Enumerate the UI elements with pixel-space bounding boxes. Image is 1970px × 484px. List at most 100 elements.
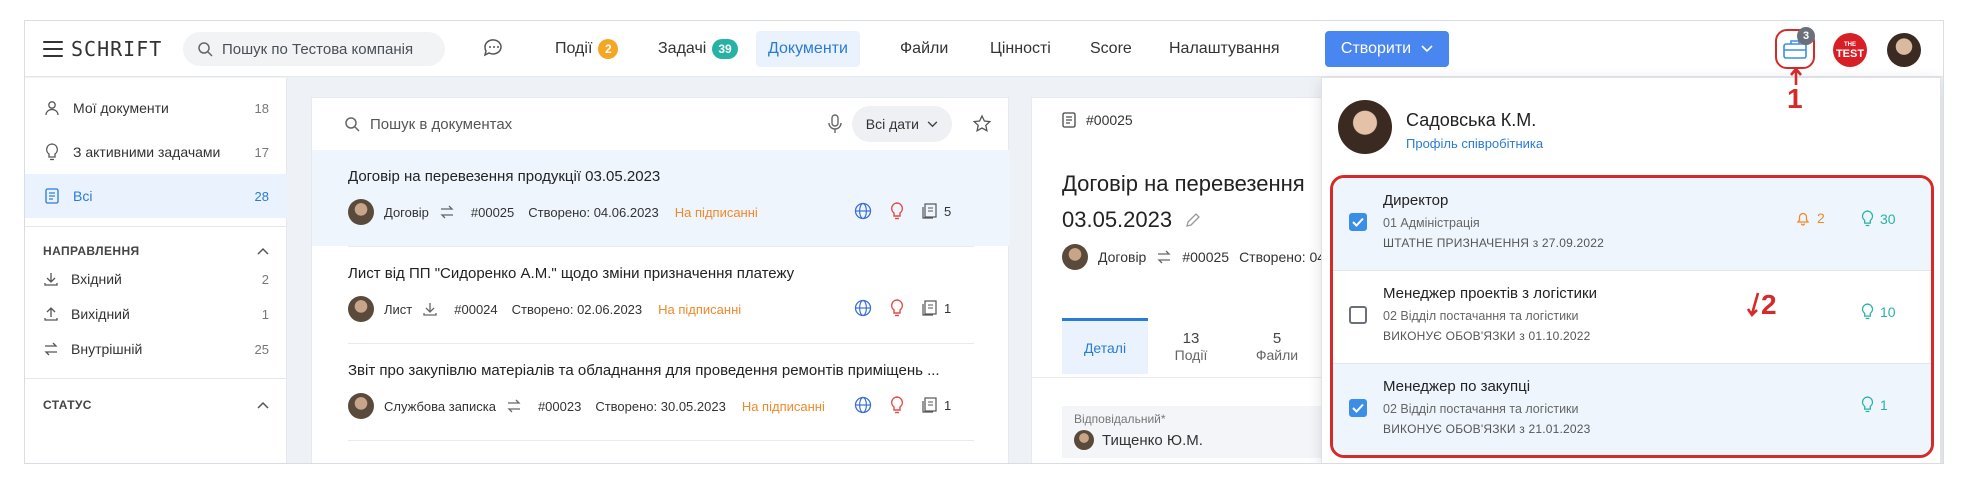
search-icon xyxy=(345,117,360,132)
top-bar: SCHRIFT Пошук по Тестова компанія Події … xyxy=(25,21,1943,77)
nav-values[interactable]: Цінності xyxy=(978,31,1063,67)
globe-icon xyxy=(854,396,872,414)
menu-icon[interactable] xyxy=(43,41,63,57)
chevron-down-icon xyxy=(1421,45,1433,53)
download-icon xyxy=(423,303,437,316)
author-avatar xyxy=(348,393,374,419)
annotation-marker-1: 1 xyxy=(1787,67,1803,115)
status-section-header[interactable]: СТАТУС xyxy=(43,398,269,412)
document-search-bar[interactable]: Пошук в документах Всі дати xyxy=(312,98,1010,150)
app-window: SCHRIFT Пошук по Тестова компанія Події … xyxy=(24,20,1944,464)
position-item[interactable]: Директор 01 Адміністрація ШТАТНЕ ПРИЗНАЧ… xyxy=(1333,178,1931,270)
position-item[interactable]: Менеджер по закупці 02 Відділ постачання… xyxy=(1333,364,1931,455)
search-icon xyxy=(198,42,213,57)
detail-header: #00025 xyxy=(1062,112,1133,128)
document-title: Звіт про закупівлю матеріалів та обладна… xyxy=(348,362,940,379)
position-checkbox[interactable] xyxy=(1349,213,1367,231)
employee-avatar xyxy=(1338,100,1392,154)
sidebar-item-active-tasks[interactable]: З активними задачами 17 xyxy=(25,130,287,174)
positions-highlight: Директор 01 Адміністрація ШТАТНЕ ПРИЗНАЧ… xyxy=(1330,175,1934,458)
globe-icon xyxy=(854,299,872,317)
tab-files[interactable]: 5 Файли xyxy=(1234,318,1320,374)
responsible-field[interactable]: Відповідальний* Тищенко Ю.М. xyxy=(1062,406,1322,458)
annotation-marker-2: 2 xyxy=(1747,289,1777,321)
document-icon xyxy=(43,187,61,205)
nav-score[interactable]: Score xyxy=(1078,31,1144,67)
direction-section-header[interactable]: НАПРАВЛЕННЯ xyxy=(43,244,269,258)
document-list-panel: Пошук в документах Всі дати Договір на п… xyxy=(311,97,1010,463)
bulb-icon xyxy=(1861,210,1874,227)
document-row[interactable]: Лист від ПП "Сидоренко А.М." щодо зміни … xyxy=(312,247,1010,343)
nav-events[interactable]: Події 2 xyxy=(543,31,630,67)
upload-icon xyxy=(43,306,59,322)
positions-button[interactable]: 3 xyxy=(1775,27,1815,69)
pencil-icon[interactable] xyxy=(1184,211,1202,229)
tasks-badge: 39 xyxy=(712,39,738,59)
tab-details[interactable]: Деталі xyxy=(1062,318,1148,374)
sidebar-divider xyxy=(25,378,287,379)
nav-settings[interactable]: Налаштування xyxy=(1157,31,1292,67)
detail-tabs: Деталі 13 Події 5 Файли xyxy=(1062,318,1320,374)
microphone-icon[interactable] xyxy=(828,114,842,134)
user-icon xyxy=(43,99,61,117)
row-divider xyxy=(348,440,974,441)
arrow-down-left-icon xyxy=(1747,292,1760,318)
user-avatar[interactable] xyxy=(1887,33,1921,67)
position-checkbox[interactable] xyxy=(1349,399,1367,417)
position-checkbox[interactable] xyxy=(1349,306,1367,324)
sidebar-item-outgoing[interactable]: Вихідний 1 xyxy=(25,297,287,331)
nav-tasks[interactable]: Задачі 39 xyxy=(646,31,750,67)
sidebar-item-all[interactable]: Всі 28 xyxy=(25,174,287,218)
tab-events[interactable]: 13 Події xyxy=(1148,318,1234,374)
sidebar: Мої документи 18 З активними задачами 17… xyxy=(25,78,287,463)
detail-meta: Договір #00025 Створено: 04.06.2023 xyxy=(1062,244,1330,270)
star-icon[interactable] xyxy=(972,114,992,134)
document-title: Лист від ПП "Сидоренко А.М." щодо зміни … xyxy=(348,265,795,282)
swap-icon xyxy=(1157,250,1171,264)
tabs-divider xyxy=(1032,377,1330,378)
swap-icon xyxy=(43,341,59,357)
document-title: Договір на перевезення продукції 03.05.2… xyxy=(348,168,661,185)
employee-profile-link[interactable]: Профіль співробітника xyxy=(1406,136,1543,151)
sidebar-item-my-documents[interactable]: Мої документи 18 xyxy=(25,86,287,130)
pages-icon xyxy=(922,203,937,219)
status-badge: На підписанні xyxy=(674,204,758,220)
chevron-down-icon xyxy=(927,120,938,127)
responsible-avatar xyxy=(1074,430,1094,450)
nav-documents[interactable]: Документи xyxy=(756,31,860,67)
position-item[interactable]: Менеджер проектів з логістики 02 Відділ … xyxy=(1333,271,1931,363)
document-row[interactable]: Договір на перевезення продукції 03.05.2… xyxy=(312,150,1010,246)
bulb-icon xyxy=(890,396,904,414)
bulb-icon xyxy=(890,299,904,317)
sidebar-item-internal[interactable]: Внутрішній 25 xyxy=(25,332,287,366)
swap-icon xyxy=(440,205,454,219)
swap-icon xyxy=(507,399,521,413)
pages-icon xyxy=(922,397,937,413)
create-button[interactable]: Створити xyxy=(1325,31,1449,67)
global-search[interactable]: Пошук по Тестова компанія xyxy=(183,32,445,66)
chevron-up-icon xyxy=(257,247,269,255)
bulb-icon xyxy=(890,202,904,220)
pages-icon xyxy=(922,300,937,316)
positions-badge: 3 xyxy=(1797,27,1815,45)
date-filter-dropdown[interactable]: Всі дати xyxy=(851,106,952,142)
document-row[interactable]: Звіт про закупівлю матеріалів та обладна… xyxy=(312,344,1010,440)
document-search-placeholder: Пошук в документах xyxy=(370,115,513,133)
employee-name: Садовська К.М. xyxy=(1406,110,1537,130)
status-badge: На підписанні xyxy=(741,398,825,414)
app-logo[interactable]: SCHRIFT xyxy=(43,35,162,63)
author-avatar xyxy=(348,296,374,322)
sidebar-item-incoming[interactable]: Вхідний 2 xyxy=(25,262,287,296)
bell-icon xyxy=(1796,212,1810,226)
bulb-icon xyxy=(1861,303,1874,320)
company-logo[interactable]: THE TEST xyxy=(1833,33,1867,67)
nav-files[interactable]: Файли xyxy=(888,31,960,67)
chevron-up-icon xyxy=(257,401,269,409)
detail-title[interactable]: Договір на перевезення 03.05.2023 xyxy=(1062,166,1330,238)
bulb-icon xyxy=(1861,396,1874,413)
chat-icon[interactable] xyxy=(480,35,508,63)
sidebar-divider xyxy=(25,226,287,227)
document-detail-panel: #00025 Договір на перевезення 03.05.2023… xyxy=(1031,97,1331,463)
check-icon xyxy=(1352,217,1364,227)
globe-icon xyxy=(854,202,872,220)
